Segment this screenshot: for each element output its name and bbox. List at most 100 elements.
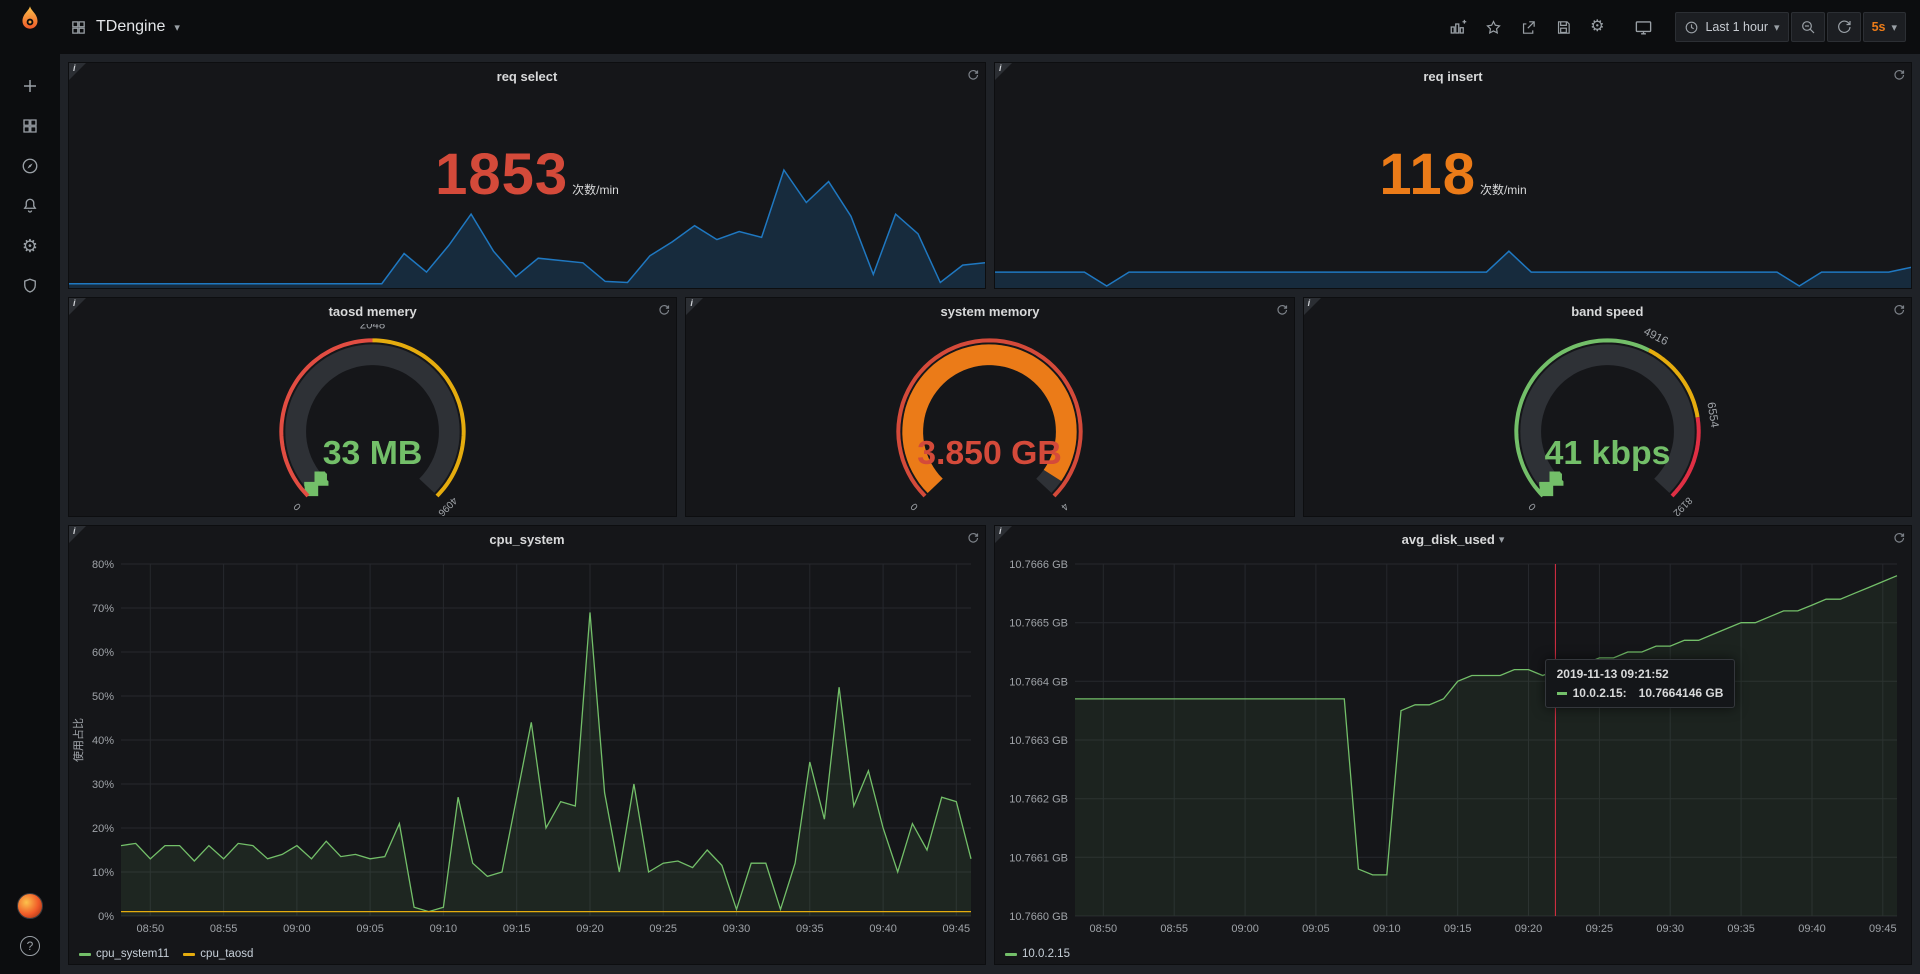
tooltip-series-swatch [1557,692,1567,695]
panel-loading-icon[interactable] [1276,303,1288,321]
panel-loading-icon[interactable] [1893,68,1905,86]
legend-item[interactable]: cpu_taosd [183,948,253,960]
panel-loading-icon[interactable] [658,303,670,321]
svg-text:08:50: 08:50 [137,923,165,935]
panel-info-icon[interactable]: i [69,526,86,543]
panel-info-icon[interactable]: i [1304,298,1321,315]
panel-title: taosd memery [329,304,417,319]
panel-header[interactable]: avg_disk_used ▾ [995,526,1911,552]
save-dashboard-button[interactable] [1547,14,1580,41]
panel-menu-caret-icon[interactable]: ▾ [1499,533,1505,546]
panel-info-icon[interactable]: i [995,63,1012,80]
zoom-out-time-button[interactable] [1791,12,1825,42]
svg-text:8192: 8192 [1670,495,1694,516]
panel-loading-icon[interactable] [967,531,979,549]
plus-icon [21,77,39,95]
svg-text:09:10: 09:10 [1373,923,1401,935]
top-nav: TDengine ▾ [60,0,1920,54]
svg-text:09:15: 09:15 [503,923,531,935]
dashboard-grid: i req select 1853 次数/min [60,54,1920,974]
svg-text:09:20: 09:20 [576,923,604,935]
svg-text:08:55: 08:55 [1160,923,1188,935]
svg-text:0: 0 [909,500,921,512]
save-icon [1555,19,1572,36]
svg-text:60%: 60% [92,647,114,659]
dashboard-settings-button[interactable]: ⚙ [1582,14,1612,40]
stat-value: 1853 [435,141,568,208]
sidebar-item-help[interactable]: ? [0,926,60,966]
panel-title: cpu_system [489,532,564,547]
grafana-logo[interactable] [0,0,60,40]
panel-info-icon[interactable]: i [995,526,1012,543]
clock-icon [1684,20,1699,35]
panel-header[interactable]: system memory [686,298,1293,324]
star-dashboard-button[interactable] [1477,14,1510,41]
sidebar-item-create[interactable] [0,66,60,106]
svg-text:09:00: 09:00 [283,923,311,935]
svg-text:09:35: 09:35 [796,923,824,935]
svg-text:09:20: 09:20 [1515,923,1543,935]
svg-text:70%: 70% [92,603,114,615]
band-speed-gauge[interactable]: 081924916655441 kbps [1304,324,1911,516]
grafana-flame-icon [15,5,45,35]
svg-text:50%: 50% [92,691,114,703]
add-panel-icon [1449,18,1467,36]
panel-avg-disk-used: i avg_disk_used ▾ 10.7660 GB10.7661 GB10… [994,525,1912,965]
sidebar-item-configuration[interactable]: ⚙ [0,226,60,266]
sidebar-item-dashboards[interactable] [0,106,60,146]
panel-header[interactable]: cpu_system [69,526,985,552]
avg-disk-used-chart[interactable]: 10.7660 GB10.7661 GB10.7662 GB10.7663 GB… [995,556,1911,938]
svg-text:4096: 4096 [435,495,459,516]
refresh-icon [1836,19,1852,35]
cpu-system-chart[interactable]: 0%10%20%30%40%50%60%70%80%08:5008:5509:0… [69,556,985,938]
legend-item[interactable]: cpu_system11 [79,948,169,960]
panel-header[interactable]: taosd memery [69,298,676,324]
sidebar-item-explore[interactable] [0,146,60,186]
panel-loading-icon[interactable] [1893,531,1905,549]
system-memory-gauge[interactable]: 043.850 GB [686,324,1293,516]
cycle-view-mode-button[interactable] [1626,13,1661,42]
svg-text:08:55: 08:55 [210,923,238,935]
panel-header[interactable]: req select [69,63,985,89]
time-range-picker[interactable]: Last 1 hour ▾ [1675,12,1788,42]
panel-title: avg_disk_used [1402,532,1495,547]
sidebar-item-profile[interactable] [0,886,60,926]
panel-title: band speed [1571,304,1643,319]
share-dashboard-button[interactable] [1512,14,1545,41]
taosd-memory-gauge[interactable]: 04096204833 MB [69,324,676,516]
dashboard-title[interactable]: TDengine [96,18,165,36]
svg-text:3.850 GB: 3.850 GB [918,434,1063,472]
svg-text:08:50: 08:50 [1090,923,1118,935]
panel-info-icon[interactable]: i [686,298,703,315]
refresh-dashboard-button[interactable] [1827,12,1861,42]
add-panel-button[interactable] [1441,13,1475,41]
svg-text:0%: 0% [98,911,114,923]
svg-text:0: 0 [292,500,304,512]
dashboard-picker-icon[interactable] [70,19,87,36]
sidebar-item-server-admin[interactable] [0,266,60,306]
svg-text:09:10: 09:10 [430,923,458,935]
legend-item[interactable]: 10.0.2.15 [1005,948,1070,960]
svg-text:10.7666 GB: 10.7666 GB [1009,559,1068,571]
tooltip-value: 10.7664146 GB [1639,686,1724,700]
panel-header[interactable]: req insert [995,63,1911,89]
svg-text:09:40: 09:40 [1798,923,1826,935]
panel-loading-icon[interactable] [967,68,979,86]
panel-loading-icon[interactable] [1893,303,1905,321]
panel-cpu-system: i cpu_system 0%10%20%30%40%50%60%70%80%0… [68,525,986,965]
chart-tooltip: 2019-11-13 09:21:52 10.0.2.15: 10.766414… [1545,659,1736,708]
panel-info-icon[interactable]: i [69,63,86,80]
panel-req-insert: i req insert 118 次数/min [994,62,1912,289]
chevron-down-icon[interactable]: ▾ [174,21,180,34]
panel-header[interactable]: band speed [1304,298,1911,324]
refresh-interval-label: 5s [1872,20,1886,34]
svg-text:41 kbps: 41 kbps [1544,434,1670,472]
svg-text:10.7661 GB: 10.7661 GB [1009,852,1068,864]
bell-icon [21,197,39,215]
svg-text:10%: 10% [92,867,114,879]
svg-text:20%: 20% [92,823,114,835]
panel-info-icon[interactable]: i [69,298,86,315]
refresh-interval-picker[interactable]: 5s ▾ [1863,12,1906,42]
sidebar-item-alerting[interactable] [0,186,60,226]
avatar [17,893,43,919]
